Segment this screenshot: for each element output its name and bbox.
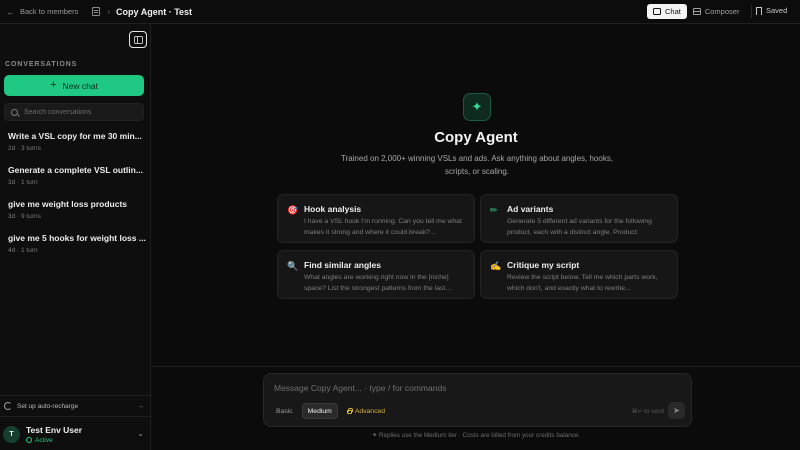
tab-chat[interactable]: Chat bbox=[647, 4, 687, 19]
card-description: Review the script below. Tell me which p… bbox=[507, 274, 658, 292]
divider bbox=[751, 5, 753, 18]
magnifier-icon: 🔍 bbox=[287, 261, 299, 271]
conversation-meta: 2d · 3 turns bbox=[8, 145, 41, 152]
prompt-card-hook-analysis[interactable]: 🎯 Hook analysis I have a VSL hook I'm ru… bbox=[277, 194, 475, 243]
refresh-icon bbox=[4, 402, 12, 410]
back-to-members-link[interactable]: ← Back to members bbox=[6, 7, 78, 17]
pencil-icon: ✏ bbox=[490, 205, 498, 215]
card-title: Critique my script bbox=[507, 260, 580, 270]
tab-composer-label: Composer bbox=[704, 7, 740, 16]
agent-subtitle: Trained on 2,000+ winning VSLs and ads. … bbox=[340, 154, 614, 176]
user-menu[interactable]: T Test Env User Active ⌄ bbox=[0, 418, 151, 450]
new-chat-button[interactable]: + New chat bbox=[4, 75, 144, 96]
conversation-item[interactable]: give me 5 hooks for weight loss ... 4d ·… bbox=[8, 233, 146, 254]
search-icon bbox=[11, 108, 18, 116]
mode-advanced[interactable]: Advanced bbox=[342, 403, 390, 419]
conversations-heading: CONVERSATIONS bbox=[5, 61, 78, 68]
main-panel: ✦ Copy Agent Trained on 2,000+ winning V… bbox=[152, 24, 800, 450]
chevron-down-icon: ⌄ bbox=[137, 429, 144, 438]
arrow-right-icon: → bbox=[137, 402, 144, 410]
agent-title: Copy Agent bbox=[434, 129, 518, 146]
chat-bubble-icon bbox=[653, 8, 661, 15]
search-input[interactable]: Search conversations bbox=[4, 103, 144, 121]
sparkle-icon: ✦ bbox=[463, 93, 491, 121]
plus-icon: + bbox=[50, 78, 57, 91]
mode-basic[interactable]: Basic bbox=[271, 403, 298, 419]
billing-footnote: ✦ Replies use the Medium tier · Costs ar… bbox=[152, 432, 800, 439]
conversation-meta: 3d · 1 turn bbox=[8, 179, 38, 186]
prompt-card-ad-variants[interactable]: ✏ Ad variants Generate 5 different ad va… bbox=[480, 194, 678, 243]
conversation-title: Write a VSL copy for me 30 min... bbox=[8, 131, 142, 141]
sparkle-small-icon: ✦ bbox=[371, 432, 379, 439]
message-input[interactable]: Message Copy Agent... · type / for comma… bbox=[274, 383, 446, 393]
tab-chat-label: Chat bbox=[665, 7, 681, 16]
prompt-card-critique-script[interactable]: ✍ Critique my script Review the script b… bbox=[480, 250, 678, 299]
footnote-text: Replies use the Medium tier · Costs are … bbox=[378, 432, 581, 439]
conversation-item[interactable]: Generate a complete VSL outlin... 3d · 1… bbox=[8, 165, 146, 186]
app-window: ← Back to members › Copy Agent · Test Ch… bbox=[0, 0, 800, 450]
message-composer[interactable]: Message Copy Agent... · type / for comma… bbox=[263, 373, 692, 427]
status-badge: Active bbox=[26, 437, 82, 444]
card-description: I have a VSL hook I'm running. Can you t… bbox=[304, 218, 462, 236]
search-placeholder: Search conversations bbox=[24, 108, 92, 116]
tier-selector: Basic Medium Advanced bbox=[271, 403, 390, 419]
user-info: Test Env User Active bbox=[26, 425, 82, 444]
auto-recharge-label: Set up auto-recharge bbox=[17, 402, 79, 410]
status-label: Active bbox=[35, 436, 53, 444]
sidebar: CONVERSATIONS + New chat Search conversa… bbox=[0, 24, 151, 450]
saved-button[interactable]: Saved bbox=[756, 6, 787, 15]
composer-icon bbox=[692, 8, 701, 15]
saved-label: Saved bbox=[766, 6, 788, 15]
document-icon[interactable] bbox=[92, 7, 101, 16]
view-switcher: Chat Composer bbox=[647, 4, 758, 19]
check-circle-icon bbox=[26, 437, 32, 443]
mode-advanced-label: Advanced bbox=[354, 407, 386, 415]
conversation-meta: 3d · 9 turns bbox=[8, 213, 41, 220]
send-button[interactable]: ➤ bbox=[668, 402, 685, 419]
back-label: Back to members bbox=[20, 7, 79, 16]
auto-recharge-row[interactable]: Set up auto-recharge → bbox=[0, 395, 151, 417]
conversation-title: Generate a complete VSL outlin... bbox=[8, 165, 143, 175]
bookmark-icon bbox=[756, 6, 762, 15]
mode-medium[interactable]: Medium bbox=[301, 403, 338, 419]
conversation-item[interactable]: give me weight loss products 3d · 9 turn… bbox=[8, 199, 146, 220]
card-description: Generate 5 different ad variants for the… bbox=[507, 218, 652, 236]
card-title: Ad variants bbox=[507, 204, 554, 214]
lock-icon bbox=[346, 408, 353, 414]
breadcrumb-separator: › bbox=[107, 7, 111, 16]
tab-composer[interactable]: Composer bbox=[687, 4, 746, 19]
top-bar: ← Back to members › Copy Agent · Test Ch… bbox=[0, 0, 800, 24]
sidebar-toggle-icon bbox=[133, 35, 143, 44]
card-title: Find similar angles bbox=[304, 260, 381, 270]
pen-icon: ✍ bbox=[490, 261, 502, 271]
conversation-title: give me weight loss products bbox=[8, 199, 128, 209]
target-icon: 🎯 bbox=[287, 205, 299, 215]
conversation-meta: 4d · 1 turn bbox=[8, 247, 38, 254]
collapse-sidebar-button[interactable] bbox=[129, 31, 147, 48]
send-arrow-icon: ➤ bbox=[673, 406, 680, 415]
page-title: Copy Agent · Test bbox=[116, 6, 193, 17]
conversation-title: give me 5 hooks for weight loss ... bbox=[8, 233, 146, 243]
send-shortcut-hint: ⌘↵ to send bbox=[631, 409, 664, 415]
card-title: Hook analysis bbox=[304, 204, 362, 214]
card-description: What angles are working right now in the… bbox=[304, 274, 451, 292]
conversation-item[interactable]: Write a VSL copy for me 30 min... 2d · 3… bbox=[8, 131, 146, 152]
avatar: T bbox=[3, 425, 20, 443]
prompt-card-find-similar-angles[interactable]: 🔍 Find similar angles What angles are wo… bbox=[277, 250, 475, 299]
arrow-left-icon: ← bbox=[6, 6, 15, 17]
new-chat-label: New chat bbox=[62, 80, 98, 91]
user-name: Test Env User bbox=[26, 424, 83, 435]
